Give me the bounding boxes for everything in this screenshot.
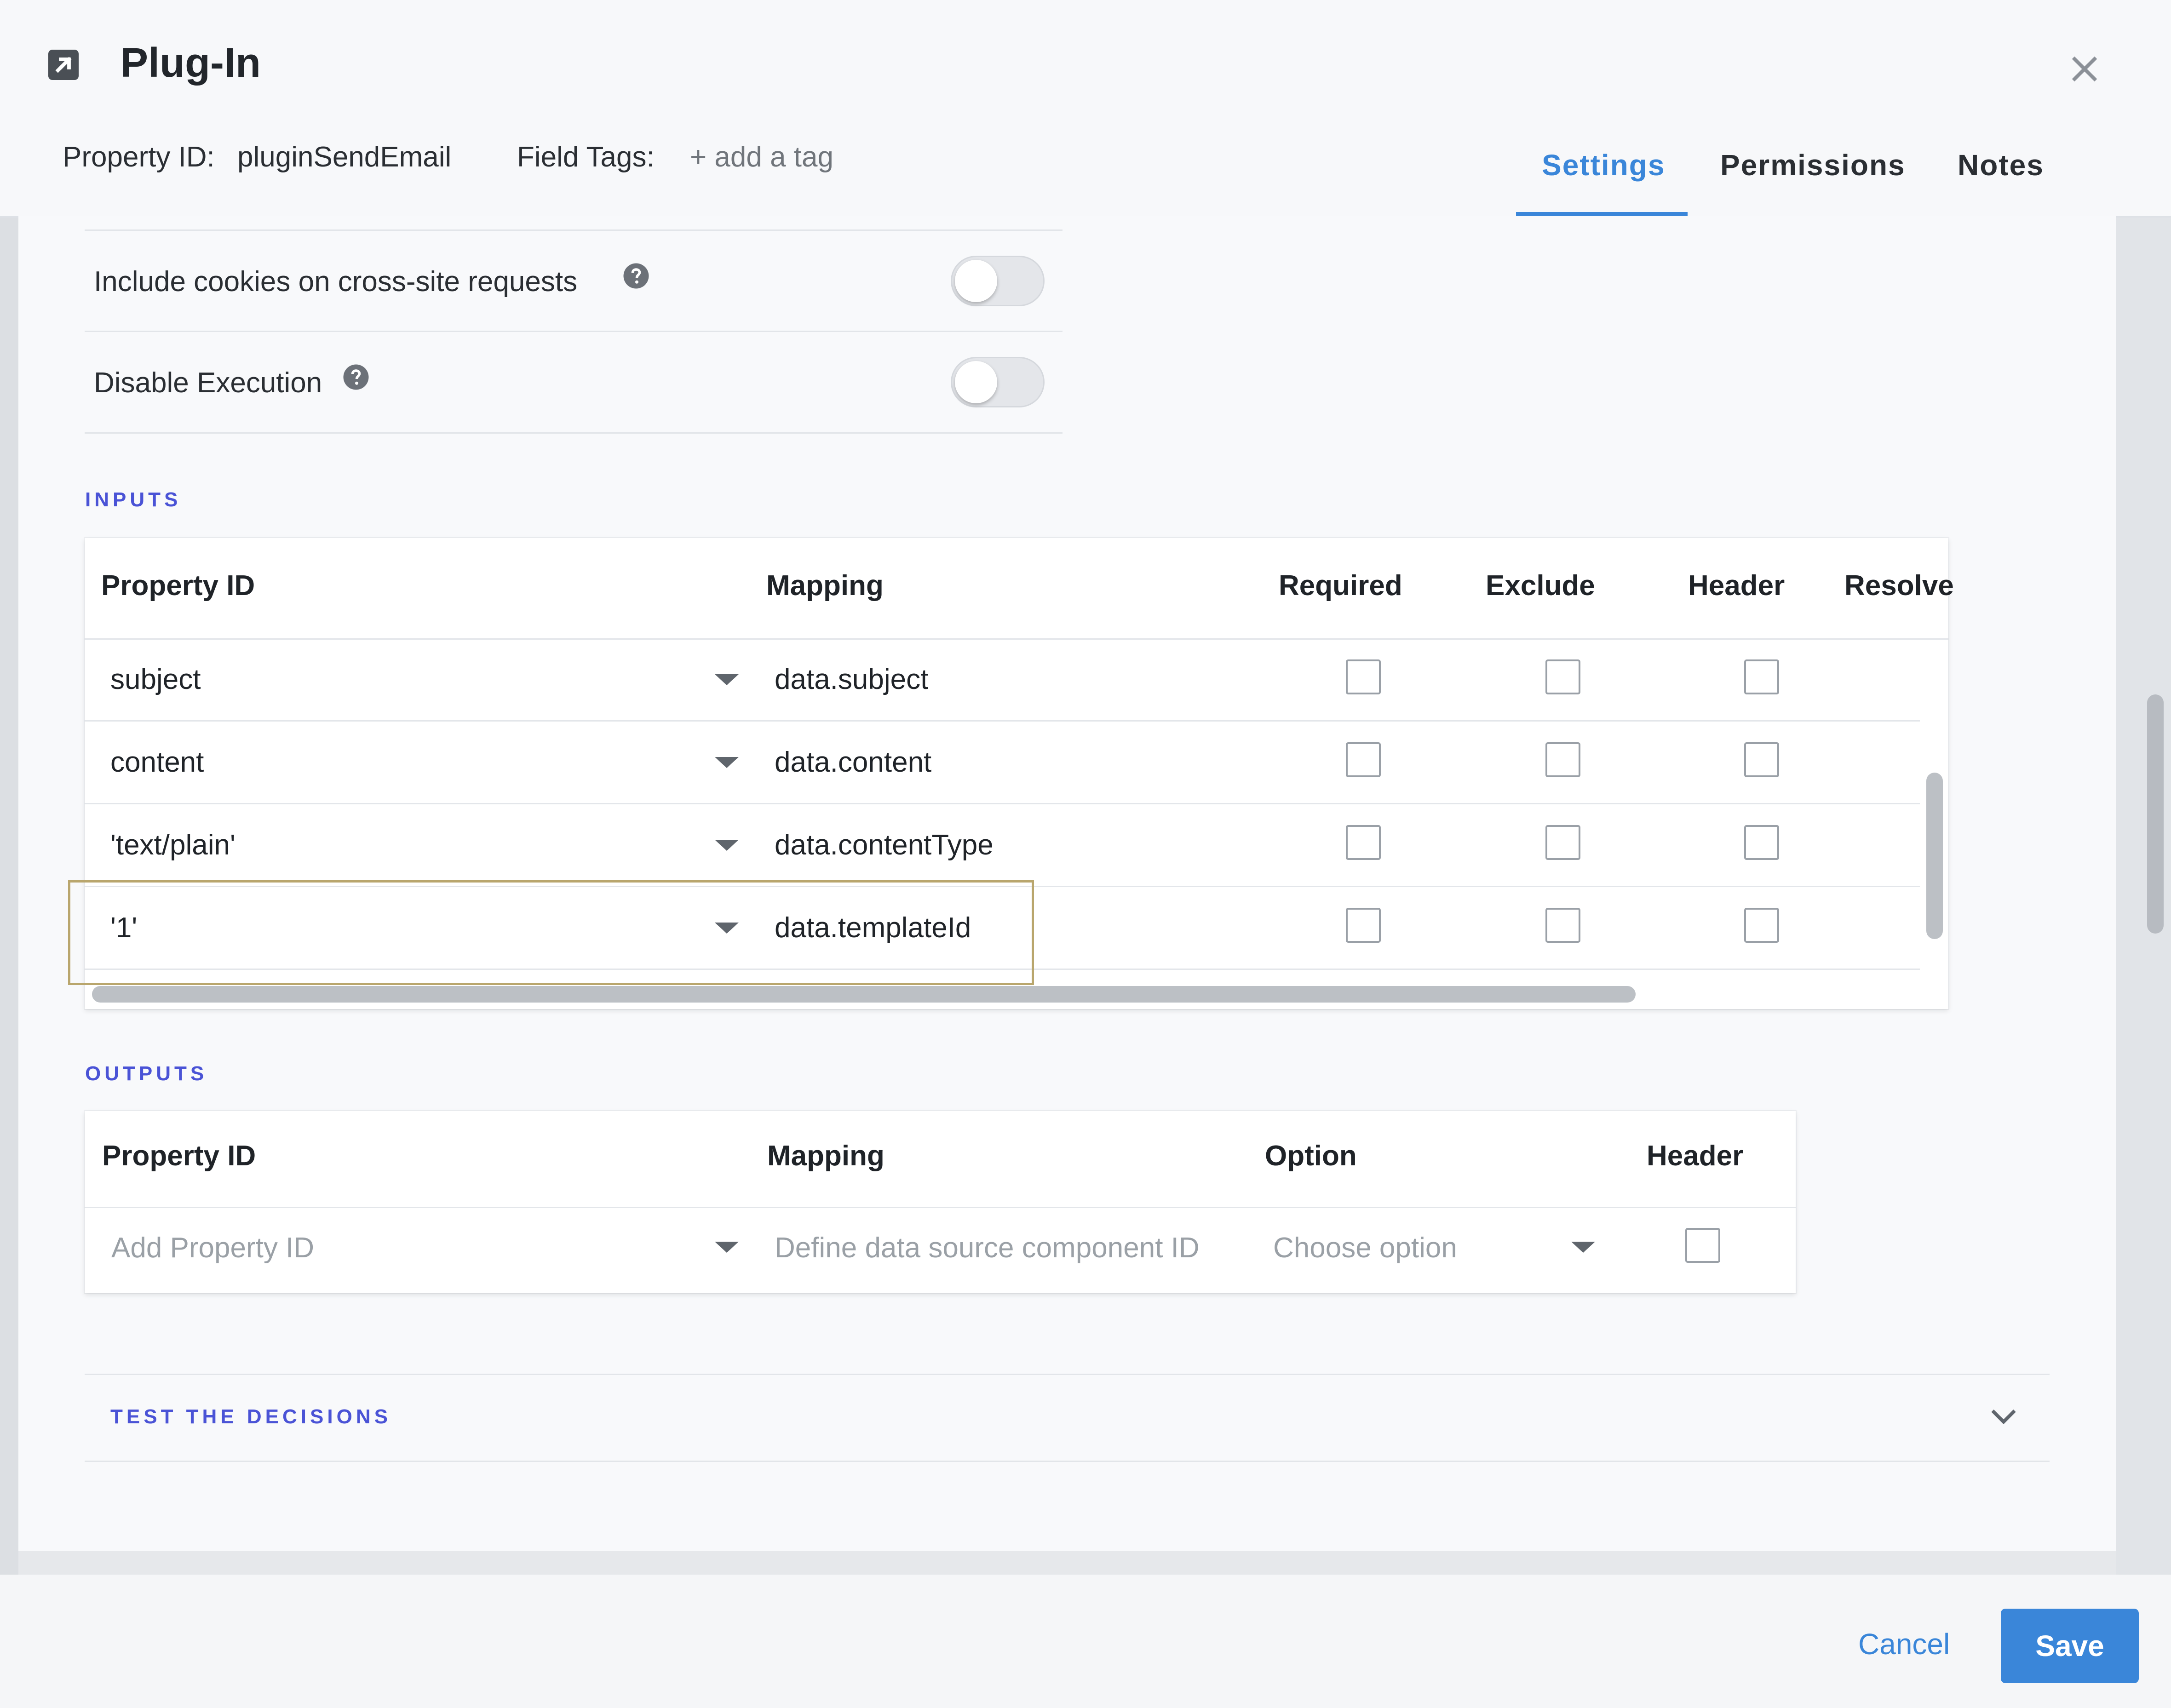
column-header-exclude: Exclude: [1486, 570, 1595, 602]
option-select[interactable]: Choose option: [1273, 1232, 1457, 1264]
property-id-value[interactable]: content: [110, 746, 204, 779]
chevron-down-icon[interactable]: [715, 923, 739, 934]
plugin-external-link-icon: [48, 50, 79, 80]
column-header-option: Option: [1265, 1140, 1357, 1172]
property-id-label: Property ID:: [63, 141, 215, 173]
outputs-table: Property ID Mapping Option Header Add Pr…: [85, 1111, 1796, 1293]
chevron-down-icon[interactable]: [715, 1242, 739, 1253]
exclude-checkbox[interactable]: [1545, 825, 1580, 860]
disable-execution-label: Disable Execution: [94, 367, 322, 399]
tab-settings[interactable]: Settings: [1542, 148, 1665, 182]
mapping-value[interactable]: data.templateId: [775, 911, 971, 944]
column-header-mapping: Mapping: [766, 570, 884, 602]
field-tags-label: Field Tags:: [517, 141, 655, 173]
inputs-table: Property ID Mapping Required Exclude Hea…: [68, 538, 1954, 1009]
column-header-required: Required: [1279, 570, 1402, 602]
header-checkbox[interactable]: [1744, 825, 1779, 860]
chevron-down-icon[interactable]: [715, 757, 739, 768]
inputs-table-header: Property ID Mapping Required Exclude Hea…: [85, 538, 1954, 640]
exclude-checkbox[interactable]: [1545, 742, 1580, 777]
include-cookies-label: Include cookies on cross-site requests: [94, 266, 578, 298]
required-checkbox[interactable]: [1346, 742, 1381, 777]
exclude-checkbox[interactable]: [1545, 908, 1580, 943]
property-id-value[interactable]: '1': [110, 911, 137, 944]
dialog-header: Plug-In Property ID: pluginSendEmail Fie…: [0, 0, 2171, 218]
header-checkbox[interactable]: [1744, 659, 1779, 694]
accordion-label: TEST THE DECISIONS: [110, 1405, 391, 1428]
outputs-section-title: OUTPUTS: [85, 1062, 208, 1085]
outputs-table-header: Property ID Mapping Option Header: [85, 1111, 1796, 1208]
disable-execution-toggle[interactable]: [951, 357, 1045, 407]
test-decisions-accordion[interactable]: TEST THE DECISIONS: [85, 1374, 2050, 1462]
inputs-section-title: INPUTS: [85, 488, 182, 511]
column-header-resolve: Resolve: [1844, 570, 1954, 602]
tab-notes[interactable]: Notes: [1958, 148, 2044, 182]
vertical-scrollbar[interactable]: [1926, 773, 1943, 939]
dialog-vertical-scrollbar[interactable]: [2147, 694, 2164, 934]
required-checkbox[interactable]: [1346, 825, 1381, 860]
column-header-header: Header: [1688, 570, 1785, 602]
property-id-value: pluginSendEmail: [237, 141, 452, 173]
property-id-value[interactable]: subject: [110, 663, 201, 696]
column-header-mapping: Mapping: [767, 1140, 884, 1172]
table-row: content data.content: [85, 721, 1920, 804]
toggle-knob: [955, 361, 997, 403]
column-header-property-id: Property ID: [101, 570, 255, 602]
toggle-knob: [955, 260, 997, 302]
dialog-footer: [0, 1575, 2171, 1708]
table-row: subject data.subject: [85, 638, 1920, 722]
table-row: '1' data.templateId: [85, 887, 1920, 970]
column-header-property-id: Property ID: [102, 1140, 256, 1172]
horizontal-scrollbar[interactable]: [92, 986, 1636, 1003]
dialog-body: Include cookies on cross-site requests D…: [18, 216, 2116, 1551]
tab-permissions[interactable]: Permissions: [1720, 148, 1906, 182]
add-property-id-input[interactable]: Add Property ID: [111, 1232, 314, 1264]
column-header-header: Header: [1647, 1140, 1744, 1172]
chevron-down-icon[interactable]: [1989, 1405, 2018, 1428]
chevron-down-icon[interactable]: [1571, 1242, 1595, 1253]
divider: [85, 432, 1063, 434]
property-id-value[interactable]: 'text/plain': [110, 829, 235, 861]
chevron-down-icon[interactable]: [715, 674, 739, 685]
divider: [85, 229, 1063, 231]
required-checkbox[interactable]: [1346, 659, 1381, 694]
mapping-value[interactable]: data.contentType: [775, 829, 994, 861]
dialog-title: Plug-In: [121, 40, 261, 86]
include-cookies-toggle[interactable]: [951, 256, 1045, 306]
help-icon[interactable]: [342, 363, 370, 391]
cancel-button[interactable]: Cancel: [1858, 1627, 1950, 1661]
required-checkbox[interactable]: [1346, 908, 1381, 943]
table-row: 'text/plain' data.contentType: [85, 804, 1920, 887]
mapping-value[interactable]: data.subject: [775, 663, 928, 696]
header-checkbox[interactable]: [1744, 742, 1779, 777]
save-button[interactable]: Save: [2001, 1609, 2139, 1683]
backdrop-sidebar: [0, 0, 18, 1708]
close-icon[interactable]: [2065, 50, 2104, 88]
mapping-input[interactable]: Define data source component ID: [775, 1232, 1200, 1264]
help-icon[interactable]: [622, 262, 650, 290]
header-checkbox[interactable]: [1744, 908, 1779, 943]
mapping-value[interactable]: data.content: [775, 746, 931, 779]
add-tag-button[interactable]: + add a tag: [690, 141, 833, 173]
exclude-checkbox[interactable]: [1545, 659, 1580, 694]
header-checkbox[interactable]: [1685, 1228, 1720, 1263]
active-tab-indicator: [1516, 212, 1688, 216]
divider: [85, 331, 1063, 332]
chevron-down-icon[interactable]: [715, 840, 739, 851]
